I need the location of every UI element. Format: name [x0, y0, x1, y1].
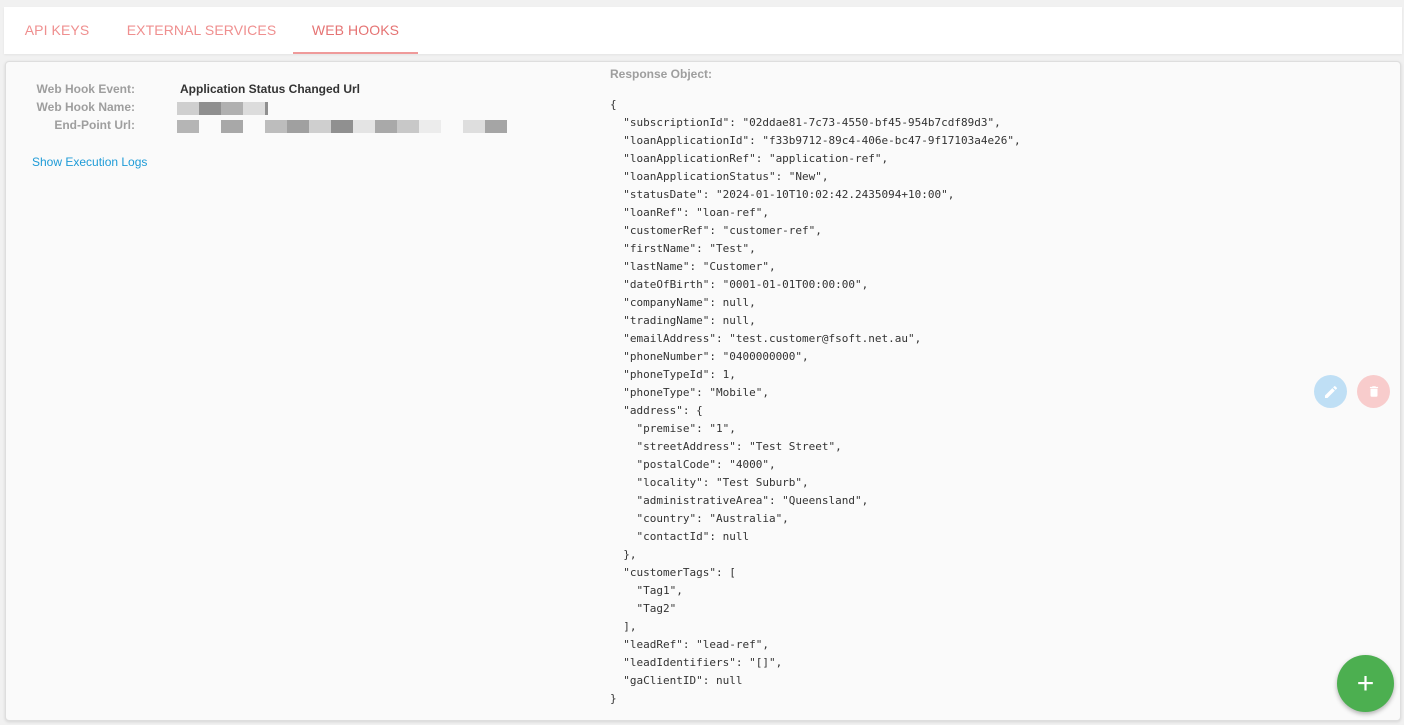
edit-button[interactable]	[1314, 375, 1347, 408]
trash-icon	[1369, 386, 1378, 397]
redaction-block	[265, 120, 287, 133]
active-tab-indicator	[293, 52, 418, 54]
redaction-block	[265, 102, 268, 115]
redaction-block	[375, 120, 397, 133]
redaction-block	[221, 120, 243, 133]
plus-icon: +	[1356, 666, 1375, 700]
redaction-block	[199, 102, 221, 115]
delete-button[interactable]	[1357, 375, 1390, 408]
response-object-title: Response Object:	[610, 67, 713, 81]
tab-web-hooks-label: WEB HOOKS	[311, 22, 400, 38]
redaction-block	[419, 120, 441, 133]
webhook-event-label: Web Hook Event:	[36, 82, 135, 96]
redaction-block	[221, 102, 243, 115]
webhook-card: Web Hook Event: Application Status Chang…	[5, 61, 1401, 721]
redaction-block	[397, 120, 419, 133]
tab-external-services[interactable]: EXTERNAL SERVICES	[110, 7, 293, 54]
redaction-block	[287, 120, 309, 133]
redaction-block	[243, 102, 265, 115]
add-webhook-button[interactable]: +	[1337, 655, 1394, 712]
redaction-block	[353, 120, 375, 133]
redaction-block	[177, 102, 199, 115]
tab-web-hooks[interactable]: WEB HOOKS	[293, 7, 418, 54]
pencil-icon	[1324, 385, 1337, 398]
redaction-block	[331, 120, 353, 133]
redaction-block	[485, 120, 507, 133]
redaction-block	[309, 120, 331, 133]
tab-bar: API KEYS EXTERNAL SERVICES WEB HOOKS	[4, 7, 1402, 54]
webhook-name-label: Web Hook Name:	[36, 100, 135, 114]
webhook-event-value: Application Status Changed Url	[180, 82, 361, 96]
redaction-block	[463, 120, 485, 133]
tab-api-keys[interactable]: API KEYS	[4, 7, 110, 54]
webhook-url-label: End-Point Url:	[54, 118, 135, 132]
redaction-block	[177, 120, 199, 133]
response-object-json: { "subscriptionId": "02ddae81-7c73-4550-…	[610, 98, 1021, 705]
show-execution-logs-link[interactable]: Show Execution Logs	[32, 155, 147, 169]
